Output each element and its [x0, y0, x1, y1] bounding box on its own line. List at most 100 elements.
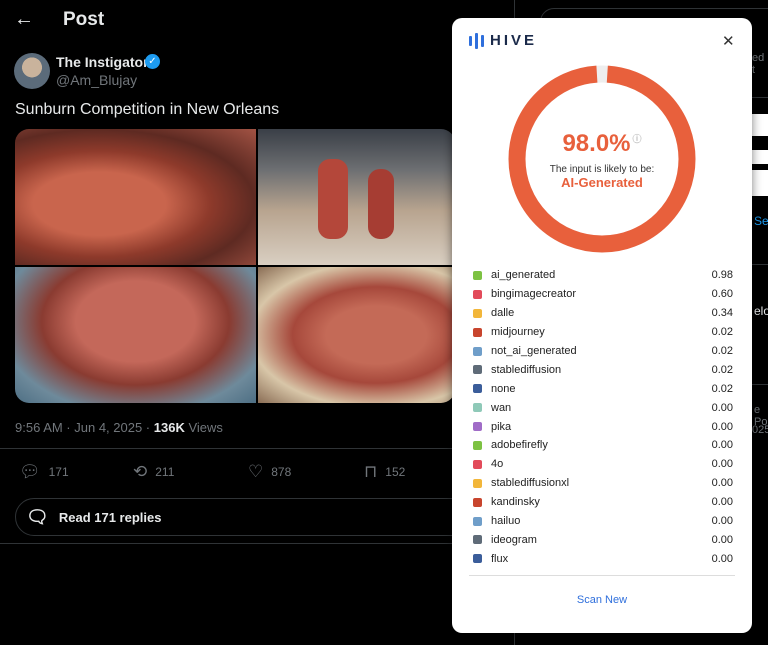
model-score-row: none 0.02: [473, 379, 733, 398]
model-score-row: kandinsky 0.00: [473, 493, 733, 512]
speech-bubble-icon: 🗨︎: [26, 506, 49, 527]
model-score: 0.00: [711, 533, 733, 546]
color-swatch: [473, 327, 482, 337]
repost-button[interactable]: ⟲ 211: [133, 462, 174, 482]
model-label: adobefirefly: [491, 439, 548, 452]
model-label: stablediffusionxl: [491, 477, 570, 490]
model-label: none: [491, 382, 516, 395]
color-swatch: [473, 478, 482, 488]
model-score-row: ideogram 0.00: [473, 530, 733, 549]
read-replies-label: Read 171 replies: [58, 509, 162, 525]
media-image-2[interactable]: [258, 129, 455, 265]
bookmark-button[interactable]: ⊓ 152: [364, 462, 405, 482]
color-swatch: [473, 440, 482, 450]
model-label: stablediffusion: [491, 363, 562, 376]
repost-icon: ⟲: [133, 462, 148, 481]
avatar[interactable]: [14, 53, 50, 89]
color-swatch: [473, 289, 482, 299]
model-score-row: flux 0.00: [473, 549, 733, 568]
hive-detection-panel: HIVE ✕ 98.0% ⓘ The input is likely to be:…: [452, 18, 752, 633]
model-score-row: dalle 0.34: [473, 304, 733, 323]
model-score-row: wan 0.00: [473, 398, 733, 417]
model-score-list: ai_generated 0.98 bingimagecreator 0.60 dall…: [473, 266, 733, 568]
model-label: pika: [491, 420, 512, 433]
divider: [752, 264, 768, 265]
tweet-timestamp[interactable]: 9:56 AM · Jun 4, 2025 ·: [15, 420, 154, 435]
reply-count: 171: [48, 465, 69, 479]
model-score: 0.00: [711, 496, 733, 509]
model-score: 0.00: [711, 515, 733, 528]
model-score-row: not_ai_generated 0.02: [473, 342, 733, 361]
color-swatch: [473, 535, 482, 545]
model-label: 4o: [491, 458, 504, 471]
back-arrow-icon[interactable]: ←: [14, 8, 36, 30]
reply-icon: 💬︎: [19, 462, 41, 481]
hive-brand-text: HIVE: [490, 32, 538, 49]
model-score: 0.00: [711, 477, 733, 490]
author-name[interactable]: The Instigator: [56, 54, 149, 70]
model-label: bingimagecreator: [491, 288, 576, 301]
bookmark-icon: ⊓: [364, 462, 378, 481]
sidebar-link[interactable]: Se: [754, 214, 768, 228]
divider: [752, 384, 768, 385]
model-score-row: 4o 0.00: [473, 455, 733, 474]
model-score-row: stablediffusionxl 0.00: [473, 474, 733, 493]
model-label: hailuo: [491, 515, 521, 528]
model-score: 0.02: [711, 326, 733, 339]
sidebar-input[interactable]: [752, 150, 768, 164]
verified-badge-icon: ✓: [145, 54, 160, 69]
views-label: Views: [184, 420, 223, 435]
color-swatch: [473, 554, 482, 564]
model-label: wan: [491, 401, 512, 414]
author-handle[interactable]: @Am_Blujay: [56, 72, 137, 88]
model-score-row: stablediffusion 0.02: [473, 360, 733, 379]
color-swatch: [473, 384, 482, 394]
divider: [0, 448, 514, 449]
heart-icon: ♡: [248, 462, 264, 481]
model-label: midjourney: [491, 326, 545, 339]
verdict-label: AI-Generated: [561, 175, 643, 190]
sidebar-input[interactable]: [752, 170, 768, 196]
model-score-row: pika 0.00: [473, 417, 733, 436]
likely-label: The input is likely to be:: [549, 164, 655, 175]
bookmark-count: 152: [385, 465, 406, 479]
model-label: kandinsky: [491, 496, 540, 509]
color-swatch: [473, 516, 482, 526]
model-score: 0.00: [711, 420, 733, 433]
read-replies-button[interactable]: 🗨︎ Read 171 replies: [15, 498, 475, 536]
model-score: 0.00: [711, 401, 733, 414]
model-label: ideogram: [491, 533, 537, 546]
tweet-meta: 9:56 AM · Jun 4, 2025 · 136K Views: [15, 420, 223, 435]
scan-new-button[interactable]: Scan New: [452, 594, 752, 606]
sidebar-snippet: 025: [752, 424, 768, 436]
model-score: 0.02: [711, 382, 733, 395]
media-image-3[interactable]: [15, 267, 256, 403]
model-score: 0.00: [711, 439, 733, 452]
tweet-text: Sunburn Competition in New Orleans: [15, 101, 280, 118]
model-label: flux: [491, 552, 509, 565]
close-icon[interactable]: ✕: [722, 32, 735, 50]
model-label: not_ai_generated: [491, 345, 577, 357]
color-swatch: [473, 459, 482, 469]
color-swatch: [473, 422, 482, 432]
reply-button[interactable]: 💬︎ 171: [19, 462, 69, 482]
model-label: ai_generated: [491, 269, 556, 282]
score-donut-chart: [508, 65, 696, 253]
model-score: 0.02: [711, 363, 733, 376]
model-label: dalle: [491, 307, 515, 320]
media-image-4[interactable]: [258, 267, 455, 403]
repost-count: 211: [155, 465, 175, 479]
media-image-1[interactable]: [15, 129, 256, 265]
view-count: 136K: [153, 420, 185, 435]
image-figure: [368, 169, 394, 239]
like-button[interactable]: ♡ 878: [248, 462, 291, 482]
score-percent: 98.0% ⓘ: [452, 130, 752, 158]
color-swatch: [473, 308, 482, 318]
info-icon[interactable]: ⓘ: [633, 134, 642, 144]
model-score-row: midjourney 0.02: [473, 323, 733, 342]
model-score-row: adobefirefly 0.00: [473, 436, 733, 455]
sidebar-snippet: ed t: [752, 52, 765, 76]
score-value: 98.0%: [562, 130, 631, 157]
sidebar-input[interactable]: [752, 114, 768, 136]
color-swatch: [473, 270, 482, 280]
